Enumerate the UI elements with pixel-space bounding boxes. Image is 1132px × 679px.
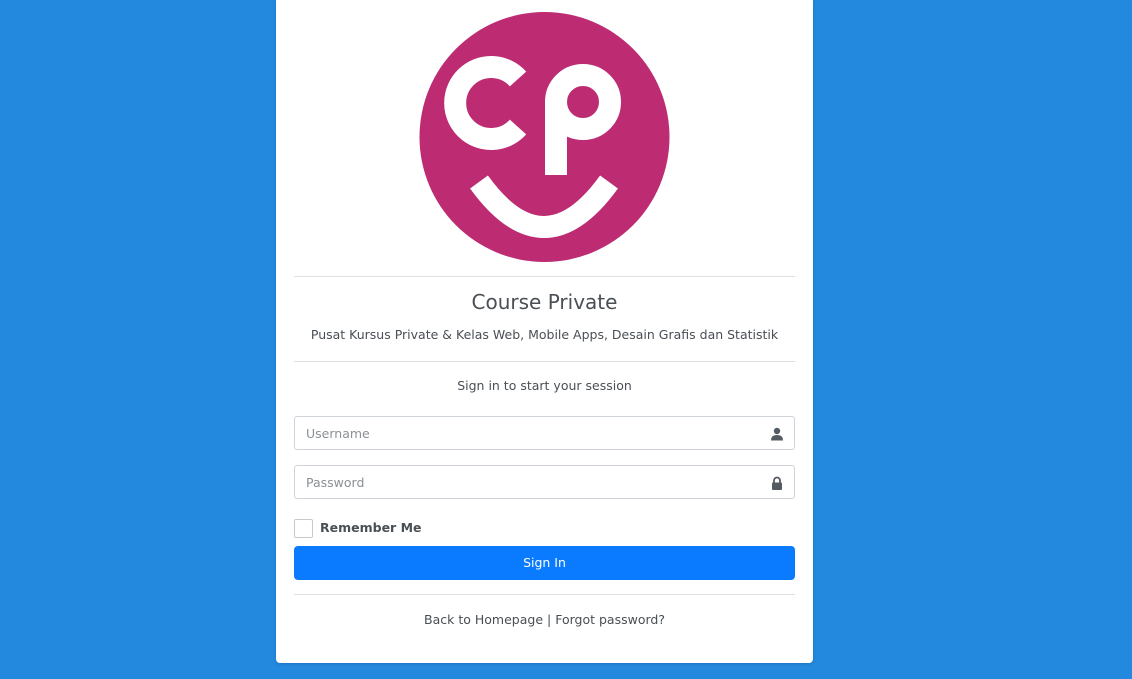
brand-name: Course Private bbox=[471, 290, 618, 314]
divider bbox=[294, 361, 795, 362]
login-box-message: Sign in to start your session bbox=[457, 378, 632, 393]
login-card: Course Private Pusat Kursus Private & Ke… bbox=[276, 0, 813, 663]
forgot-password-link[interactable]: Forgot password? bbox=[555, 612, 665, 627]
user-icon bbox=[770, 426, 784, 441]
remember-me-checkbox[interactable] bbox=[294, 519, 313, 538]
remember-me-label[interactable]: Remember Me bbox=[320, 520, 422, 535]
username-input-group bbox=[294, 416, 795, 450]
sign-in-button[interactable]: Sign In bbox=[294, 546, 795, 580]
divider bbox=[294, 594, 795, 595]
divider bbox=[294, 276, 795, 277]
link-separator: | bbox=[547, 612, 552, 627]
lock-icon bbox=[770, 475, 784, 490]
brand-tagline: Pusat Kursus Private & Kelas Web, Mobile… bbox=[310, 327, 779, 342]
password-input[interactable] bbox=[295, 466, 745, 498]
back-to-homepage-link[interactable]: Back to Homepage bbox=[424, 612, 543, 627]
password-input-group bbox=[294, 465, 795, 499]
username-input[interactable] bbox=[295, 417, 745, 449]
footer-links: Back to Homepage | Forgot password? bbox=[276, 612, 813, 627]
course-private-logo bbox=[419, 12, 670, 262]
